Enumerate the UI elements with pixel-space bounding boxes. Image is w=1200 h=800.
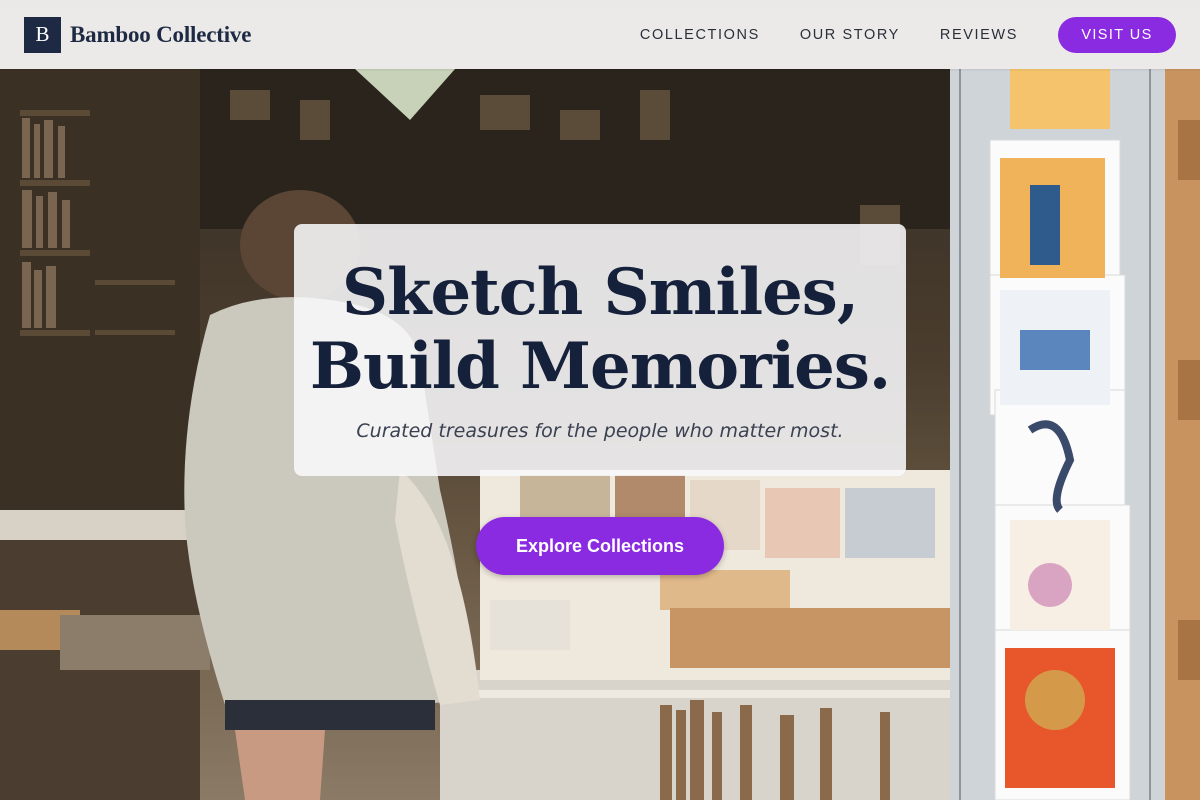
brand-home-link[interactable]: B Bamboo Collective	[24, 16, 252, 53]
hero-subtitle: Curated treasures for the people who mat…	[356, 420, 844, 442]
nav-links: COLLECTIONS OUR STORY REVIEWS VISIT US	[640, 16, 1176, 53]
hero-card: Sketch Smiles, Build Memories. Curated t…	[294, 224, 906, 476]
top-navbar: B Bamboo Collective COLLECTIONS OUR STOR…	[0, 0, 1200, 69]
hero-title-line-1: Sketch Smiles,	[341, 255, 859, 330]
nav-link-collections[interactable]: COLLECTIONS	[640, 27, 760, 43]
explore-collections-button[interactable]: Explore Collections	[476, 517, 724, 575]
hero-title-line-2: Build Memories.	[309, 329, 891, 404]
nav-link-our-story[interactable]: OUR STORY	[800, 27, 900, 43]
nav-link-reviews[interactable]: REVIEWS	[940, 27, 1018, 43]
hero-title: Sketch Smiles, Build Memories.	[309, 255, 891, 404]
visit-us-button[interactable]: VISIT US	[1058, 16, 1176, 53]
brand-logo: B	[24, 16, 61, 53]
brand-name: Bamboo Collective	[70, 21, 252, 47]
